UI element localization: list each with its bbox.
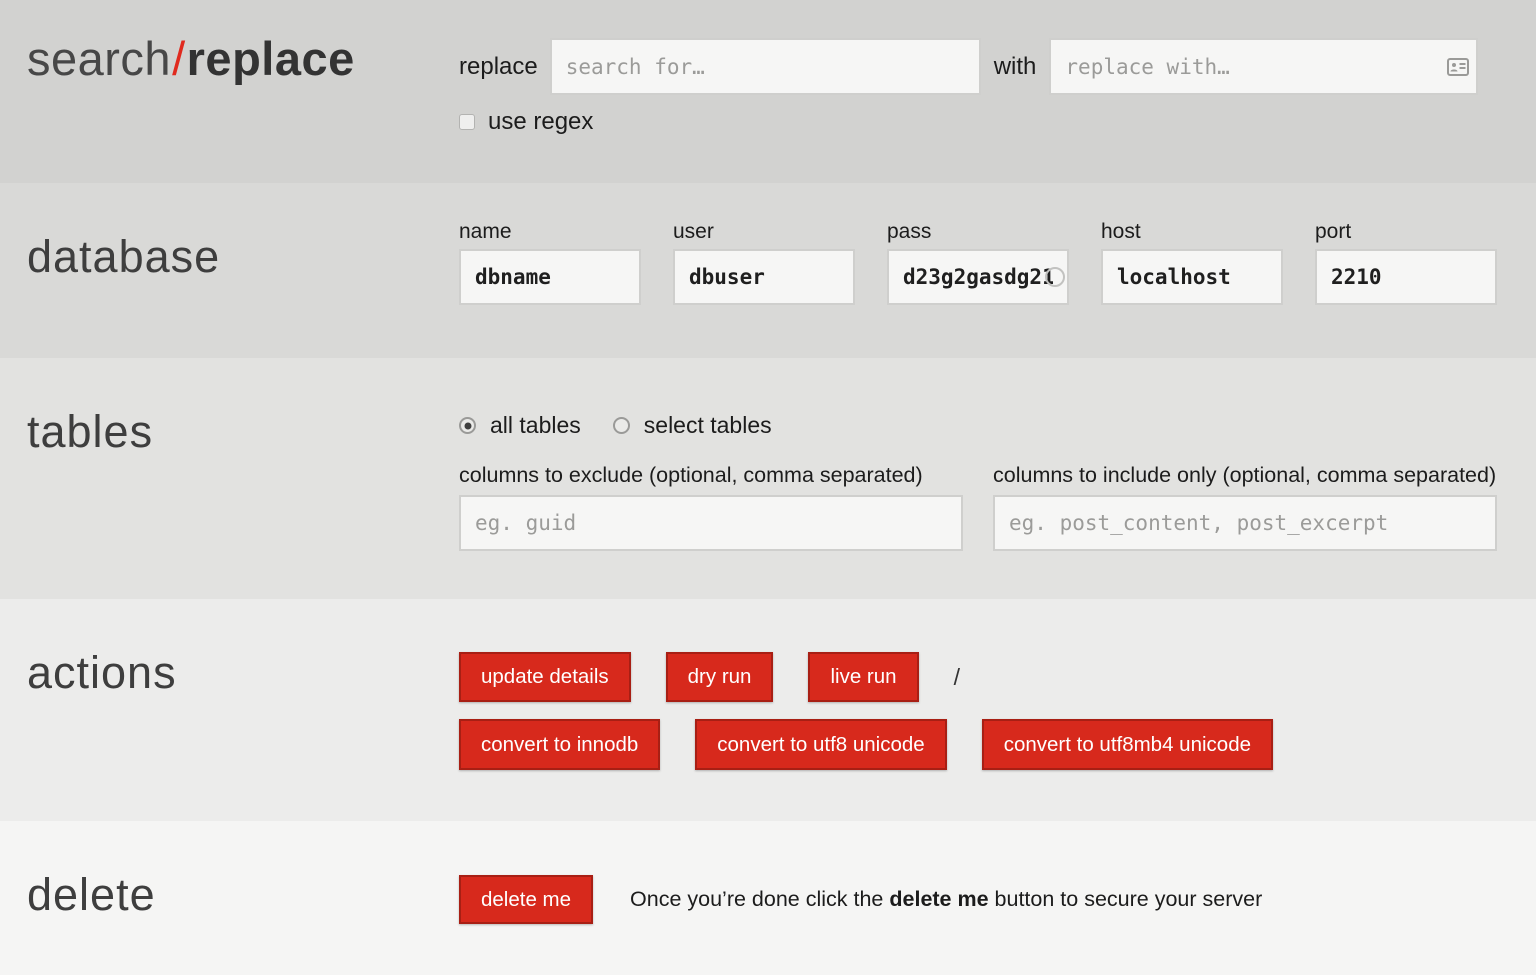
app-logo: search/replace <box>27 31 459 86</box>
columns-exclude-input[interactable] <box>459 495 963 551</box>
db-name-field-group: name <box>459 220 641 305</box>
section-database: database name user pass <box>0 183 1536 358</box>
delete-note-prefix: Once you’re done click the <box>630 887 890 911</box>
db-host-input[interactable] <box>1101 249 1283 305</box>
dry-run-button[interactable]: dry run <box>665 652 774 702</box>
db-name-input[interactable] <box>459 249 641 305</box>
columns-include-label: columns to include only (optional, comma… <box>993 463 1497 487</box>
db-port-input[interactable] <box>1315 249 1497 305</box>
with-label: with <box>993 52 1037 80</box>
convert-innodb-button[interactable]: convert to innodb <box>459 719 661 770</box>
delete-note-bold: delete me <box>889 887 989 911</box>
select-tables-radio[interactable] <box>612 417 630 434</box>
database-heading: database <box>27 231 221 282</box>
delete-heading: delete <box>27 869 156 920</box>
logo-search-text: search <box>27 32 172 85</box>
section-tables: tables all tables select tables columns … <box>0 358 1536 599</box>
all-tables-label: all tables <box>490 412 581 438</box>
logo-slash: / <box>172 32 186 85</box>
columns-include-input[interactable] <box>993 495 1497 551</box>
db-pass-input[interactable] <box>887 249 1069 305</box>
section-delete: delete delete me Once you’re done click … <box>0 821 1536 975</box>
logo-replace-text: replace <box>186 32 355 85</box>
db-host-field-group: host <box>1101 220 1283 305</box>
db-user-field-group: user <box>673 220 855 305</box>
convert-utf8-button[interactable]: convert to utf8 unicode <box>695 719 947 770</box>
db-pass-field-group: pass <box>887 220 1069 305</box>
section-actions: actions update details dry run live run … <box>0 599 1536 821</box>
run-separator: / <box>953 663 960 690</box>
delete-me-button[interactable]: delete me <box>459 875 594 924</box>
contact-card-icon[interactable] <box>1447 57 1470 76</box>
replace-with-input[interactable] <box>1049 38 1479 95</box>
replace-label: replace <box>459 52 538 80</box>
section-search-replace: search/replace replace with <box>0 0 1536 183</box>
db-pass-label: pass <box>887 220 932 243</box>
delete-note: Once you’re done click the delete me but… <box>630 887 1262 912</box>
db-port-field-group: port <box>1315 220 1497 305</box>
delete-note-suffix: button to secure your server <box>988 887 1263 911</box>
db-port-label: port <box>1315 220 1352 243</box>
db-name-label: name <box>459 220 512 243</box>
use-regex-label: use regex <box>488 108 594 135</box>
search-replace-db-page: search/replace replace with <box>0 0 1536 975</box>
use-regex-checkbox[interactable] <box>459 114 475 130</box>
db-user-label: user <box>673 220 714 243</box>
columns-exclude-label: columns to exclude (optional, comma sepa… <box>459 463 923 487</box>
convert-utf8mb4-button[interactable]: convert to utf8mb4 unicode <box>981 719 1273 770</box>
actions-heading: actions <box>27 647 177 698</box>
live-run-button[interactable]: live run <box>808 652 919 702</box>
tables-heading: tables <box>27 406 154 457</box>
all-tables-radio[interactable] <box>459 417 476 434</box>
update-details-button[interactable]: update details <box>459 652 631 702</box>
search-for-input[interactable] <box>549 38 981 95</box>
db-host-label: host <box>1101 220 1141 243</box>
select-tables-label: select tables <box>643 412 772 438</box>
db-user-input[interactable] <box>673 249 855 305</box>
